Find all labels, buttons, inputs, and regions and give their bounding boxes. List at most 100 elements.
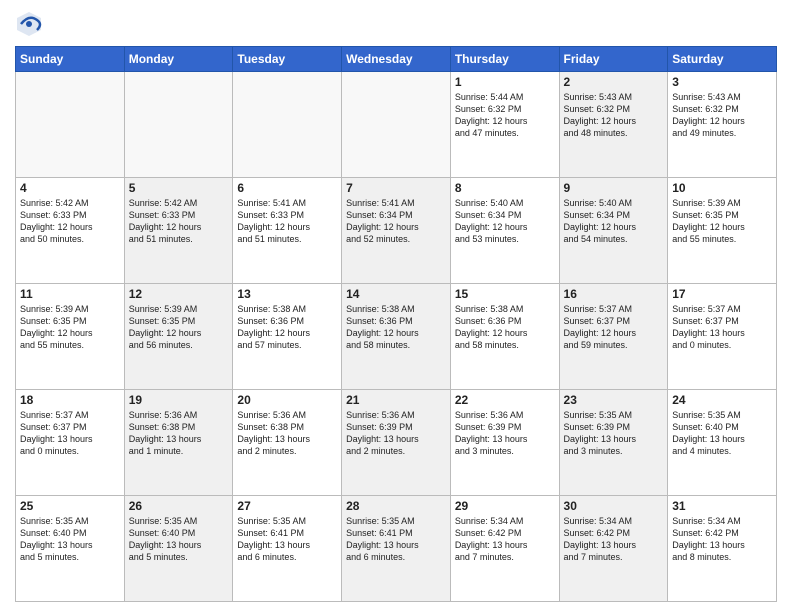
calendar-week-5: 25 Sunrise: 5:35 AMSunset: 6:40 PMDayligh…	[16, 496, 777, 602]
day-header-saturday: Saturday	[668, 47, 777, 72]
calendar-cell: 16 Sunrise: 5:37 AMSunset: 6:37 PMDayligh…	[559, 284, 668, 390]
day-number: 16	[564, 287, 664, 301]
calendar-cell: 14 Sunrise: 5:38 AMSunset: 6:36 PMDayligh…	[342, 284, 451, 390]
day-number: 17	[672, 287, 772, 301]
calendar-cell: 12 Sunrise: 5:39 AMSunset: 6:35 PMDayligh…	[124, 284, 233, 390]
day-number: 1	[455, 75, 555, 89]
day-info: Sunrise: 5:34 AMSunset: 6:42 PMDaylight:…	[564, 515, 664, 564]
day-number: 5	[129, 181, 229, 195]
calendar-cell: 9Sunrise: 5:40 AMSunset: 6:34 PMDaylight…	[559, 178, 668, 284]
day-number: 6	[237, 181, 337, 195]
calendar-cell: 17 Sunrise: 5:37 AMSunset: 6:37 PMDayligh…	[668, 284, 777, 390]
calendar-cell: 31 Sunrise: 5:34 AMSunset: 6:42 PMDayligh…	[668, 496, 777, 602]
day-info: Sunrise: 5:42 AMSunset: 6:33 PMDaylight:…	[129, 197, 229, 246]
day-number: 26	[129, 499, 229, 513]
day-number: 11	[20, 287, 120, 301]
day-info: Sunrise: 5:38 AMSunset: 6:36 PMDaylight:…	[237, 303, 337, 352]
day-info: Sunrise: 5:35 AMSunset: 6:39 PMDaylight:…	[564, 409, 664, 458]
calendar-cell: 8 Sunrise: 5:40 AMSunset: 6:34 PMDaylight…	[450, 178, 559, 284]
day-number: 21	[346, 393, 446, 407]
calendar-cell: 1 Sunrise: 5:44 AMSunset: 6:32 PMDaylight…	[450, 72, 559, 178]
day-header-wednesday: Wednesday	[342, 47, 451, 72]
day-number: 15	[455, 287, 555, 301]
day-number: 31	[672, 499, 772, 513]
calendar-cell: 25 Sunrise: 5:35 AMSunset: 6:40 PMDayligh…	[16, 496, 125, 602]
day-info: Sunrise: 5:39 AMSunset: 6:35 PMDaylight:…	[20, 303, 120, 352]
day-number: 10	[672, 181, 772, 195]
day-info: Sunrise: 5:35 AMSunset: 6:40 PMDaylight:…	[20, 515, 120, 564]
calendar-cell: 6 Sunrise: 5:41 AMSunset: 6:33 PMDaylight…	[233, 178, 342, 284]
calendar-header-row: SundayMondayTuesdayWednesdayThursdayFrid…	[16, 47, 777, 72]
calendar-cell: 3Sunrise: 5:43 AMSunset: 6:32 PMDaylight…	[668, 72, 777, 178]
day-info: Sunrise: 5:40 AMSunset: 6:34 PMDaylight:…	[455, 197, 555, 246]
calendar-cell: 28 Sunrise: 5:35 AMSunset: 6:41 PMDayligh…	[342, 496, 451, 602]
day-number: 12	[129, 287, 229, 301]
day-info: Sunrise: 5:38 AMSunset: 6:36 PMDaylight:…	[455, 303, 555, 352]
day-header-sunday: Sunday	[16, 47, 125, 72]
calendar-cell: 15 Sunrise: 5:38 AMSunset: 6:36 PMDayligh…	[450, 284, 559, 390]
calendar-cell: 18 Sunrise: 5:37 AMSunset: 6:37 PMDayligh…	[16, 390, 125, 496]
calendar-table: SundayMondayTuesdayWednesdayThursdayFrid…	[15, 46, 777, 602]
day-number: 4	[20, 181, 120, 195]
day-number: 18	[20, 393, 120, 407]
day-number: 22	[455, 393, 555, 407]
header	[15, 10, 777, 38]
day-info: Sunrise: 5:39 AMSunset: 6:35 PMDaylight:…	[672, 197, 772, 246]
day-number: 14	[346, 287, 446, 301]
day-number: 28	[346, 499, 446, 513]
calendar-cell	[342, 72, 451, 178]
logo	[15, 10, 47, 38]
calendar-cell: 29 Sunrise: 5:34 AMSunset: 6:42 PMDayligh…	[450, 496, 559, 602]
day-number: 24	[672, 393, 772, 407]
day-info: Sunrise: 5:43 AMSunset: 6:32 PMDaylight:…	[672, 91, 772, 140]
day-number: 9	[564, 181, 664, 195]
calendar-cell: 19 Sunrise: 5:36 AMSunset: 6:38 PMDayligh…	[124, 390, 233, 496]
day-number: 27	[237, 499, 337, 513]
day-info: Sunrise: 5:39 AMSunset: 6:35 PMDaylight:…	[129, 303, 229, 352]
calendar-cell: 10 Sunrise: 5:39 AMSunset: 6:35 PMDayligh…	[668, 178, 777, 284]
day-number: 29	[455, 499, 555, 513]
day-info: Sunrise: 5:42 AMSunset: 6:33 PMDaylight:…	[20, 197, 120, 246]
calendar-cell: 22Sunrise: 5:36 AMSunset: 6:39 PMDayligh…	[450, 390, 559, 496]
day-info: Sunrise: 5:43 AMSunset: 6:32 PMDaylight:…	[564, 91, 664, 140]
day-number: 20	[237, 393, 337, 407]
day-info: Sunrise: 5:36 AMSunset: 6:38 PMDaylight:…	[237, 409, 337, 458]
day-number: 2	[564, 75, 664, 89]
day-number: 30	[564, 499, 664, 513]
calendar-cell: 21 Sunrise: 5:36 AMSunset: 6:39 PMDayligh…	[342, 390, 451, 496]
day-info: Sunrise: 5:44 AMSunset: 6:32 PMDaylight:…	[455, 91, 555, 140]
day-info: Sunrise: 5:35 AMSunset: 6:40 PMDaylight:…	[129, 515, 229, 564]
calendar-cell: 4 Sunrise: 5:42 AMSunset: 6:33 PMDaylight…	[16, 178, 125, 284]
calendar-week-2: 4 Sunrise: 5:42 AMSunset: 6:33 PMDaylight…	[16, 178, 777, 284]
calendar-cell: 26 Sunrise: 5:35 AMSunset: 6:40 PMDayligh…	[124, 496, 233, 602]
day-number: 8	[455, 181, 555, 195]
day-info: Sunrise: 5:36 AMSunset: 6:39 PMDaylight:…	[346, 409, 446, 458]
day-info: Sunrise: 5:37 AMSunset: 6:37 PMDaylight:…	[672, 303, 772, 352]
calendar-cell: 30 Sunrise: 5:34 AMSunset: 6:42 PMDayligh…	[559, 496, 668, 602]
day-info: Sunrise: 5:34 AMSunset: 6:42 PMDaylight:…	[672, 515, 772, 564]
day-info: Sunrise: 5:35 AMSunset: 6:41 PMDaylight:…	[346, 515, 446, 564]
day-info: Sunrise: 5:35 AMSunset: 6:41 PMDaylight:…	[237, 515, 337, 564]
day-info: Sunrise: 5:38 AMSunset: 6:36 PMDaylight:…	[346, 303, 446, 352]
calendar-cell: 11 Sunrise: 5:39 AMSunset: 6:35 PMDayligh…	[16, 284, 125, 390]
day-info: Sunrise: 5:34 AMSunset: 6:42 PMDaylight:…	[455, 515, 555, 564]
day-number: 13	[237, 287, 337, 301]
logo-icon	[15, 10, 43, 38]
page: SundayMondayTuesdayWednesdayThursdayFrid…	[0, 0, 792, 612]
day-info: Sunrise: 5:37 AMSunset: 6:37 PMDaylight:…	[564, 303, 664, 352]
day-number: 19	[129, 393, 229, 407]
day-info: Sunrise: 5:35 AMSunset: 6:40 PMDaylight:…	[672, 409, 772, 458]
day-info: Sunrise: 5:37 AMSunset: 6:37 PMDaylight:…	[20, 409, 120, 458]
calendar-cell: 7Sunrise: 5:41 AMSunset: 6:34 PMDaylight…	[342, 178, 451, 284]
calendar-cell	[16, 72, 125, 178]
day-info: Sunrise: 5:41 AMSunset: 6:33 PMDaylight:…	[237, 197, 337, 246]
calendar-cell: 5 Sunrise: 5:42 AMSunset: 6:33 PMDaylight…	[124, 178, 233, 284]
day-header-thursday: Thursday	[450, 47, 559, 72]
calendar-cell: 27 Sunrise: 5:35 AMSunset: 6:41 PMDayligh…	[233, 496, 342, 602]
calendar-cell: 23Sunrise: 5:35 AMSunset: 6:39 PMDayligh…	[559, 390, 668, 496]
calendar-cell: 20 Sunrise: 5:36 AMSunset: 6:38 PMDayligh…	[233, 390, 342, 496]
calendar-cell: 2 Sunrise: 5:43 AMSunset: 6:32 PMDaylight…	[559, 72, 668, 178]
calendar-week-4: 18 Sunrise: 5:37 AMSunset: 6:37 PMDayligh…	[16, 390, 777, 496]
day-info: Sunrise: 5:36 AMSunset: 6:38 PMDaylight:…	[129, 409, 229, 458]
day-number: 25	[20, 499, 120, 513]
